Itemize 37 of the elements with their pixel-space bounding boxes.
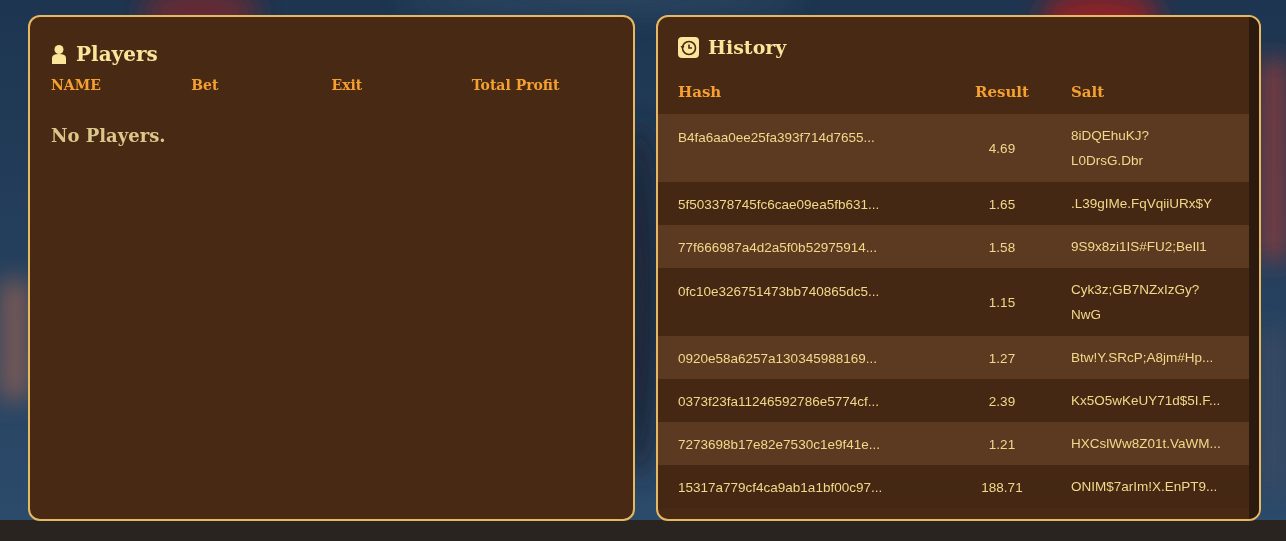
table-cell: 1.15 <box>988 295 1016 310</box>
table-cell: 0920e58a6257a130345988169... <box>678 350 877 366</box>
user-icon <box>51 44 67 64</box>
table-cell: 7273698b17e82e7530c1e9f41e... <box>678 436 880 452</box>
column-header: Exit <box>331 76 364 94</box>
table-cell: 1.58 <box>988 239 1016 255</box>
table-cell: 1.27 <box>988 350 1016 366</box>
table-cell-text: 9S9x8zi1IS#FU2;BeIl1 <box>1071 238 1207 256</box>
table-cell-text: Kx5O5wKeUY71d$5I.F... <box>1071 392 1221 410</box>
table-cell: 1.65 <box>988 196 1016 212</box>
empty-message: No Players. <box>51 124 167 148</box>
table-cell: 5f503378745fc6cae09ea5fb631... <box>678 196 880 212</box>
table-cell: 0373f23fa11246592786e5774cf... <box>678 393 879 409</box>
column-header: Total Profit <box>471 76 561 94</box>
column-header: Salt <box>1071 83 1105 101</box>
table-cell: 2.39 <box>988 393 1016 409</box>
table-cell-text: HXCslWw8Z01t.VaWM... <box>1071 435 1221 453</box>
column-header: Bet <box>191 76 220 94</box>
column-header: Hash <box>678 83 722 101</box>
scrollbar[interactable] <box>1249 17 1259 519</box>
table-cell-text: Cyk3z;GB7NZxIzGy? NwG <box>1071 281 1200 324</box>
table-cell: 1.21 <box>988 436 1016 452</box>
table-cell-text: 8iDQEhuKJ? L0DrsG.Dbr <box>1071 127 1150 170</box>
table-cell: 4.69 <box>988 141 1016 156</box>
table-cell-text: ONIM$7arIm!X.EnPT9... <box>1071 478 1218 496</box>
table-cell-text: Btw!Y.SRcP;A8jm#Hp... <box>1071 349 1214 367</box>
table-cell: 77f666987a4d2a5f0b52975914... <box>678 239 877 255</box>
history-icon <box>678 37 699 58</box>
table-cell: 188.71 <box>981 479 1023 495</box>
table-cell: 0fc10e326751473bb740865dc5... <box>678 284 880 299</box>
table-cell: 15317a779cf4ca9ab1a1bf00c97... <box>678 479 883 495</box>
panel-title: History <box>708 38 787 57</box>
panel-title: Players <box>76 44 158 64</box>
column-header: NAME <box>51 76 102 94</box>
table-cell-text: .L39gIMe.FqVqiiURx$Y <box>1071 195 1213 213</box>
column-header: Result <box>975 83 1029 101</box>
table-cell: B4fa6aa0ee25fa393f714d7655... <box>678 130 875 145</box>
